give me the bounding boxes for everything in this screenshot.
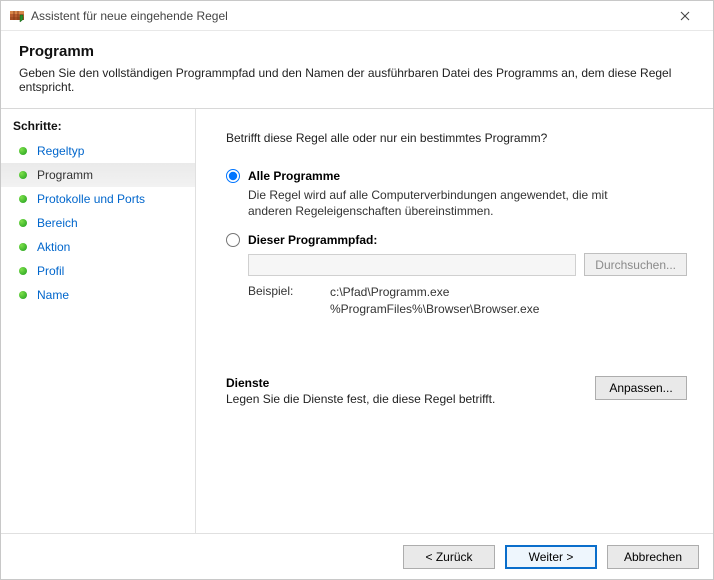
step-bullet-icon [19,291,27,299]
page-subtitle: Geben Sie den vollständigen Programmpfad… [19,66,695,94]
cancel-button[interactable]: Abbrechen [607,545,699,569]
step-label: Programm [37,168,93,182]
page-title: Programm [19,43,695,60]
radio-program-path[interactable] [226,233,240,247]
firewall-icon [9,8,25,24]
example-lines: c:\Pfad\Programm.exe %ProgramFiles%\Brow… [330,284,539,318]
customize-services-button[interactable]: Anpassen... [595,376,687,400]
wizard-window: Assistent für neue eingehende Regel Prog… [0,0,714,580]
step-label: Regeltyp [37,144,84,158]
step-label: Bereich [37,216,78,230]
steps-sidebar: Schritte: Regeltyp Programm Protokolle u… [1,109,196,533]
step-bullet-icon [19,267,27,275]
step-label: Protokolle und Ports [37,192,145,206]
step-regeltyp[interactable]: Regeltyp [1,139,195,163]
option-all-programs: Alle Programme Die Regel wird auf alle C… [226,169,687,219]
option-all-radio-row[interactable]: Alle Programme [226,169,687,183]
services-block: Dienste Legen Sie die Dienste fest, die … [226,376,687,406]
step-bullet-icon [19,195,27,203]
close-icon [680,11,690,21]
step-protokolle-und-ports[interactable]: Protokolle und Ports [1,187,195,211]
next-button[interactable]: Weiter > [505,545,597,569]
option-program-path: Dieser Programmpfad: Durchsuchen... Beis… [226,233,687,318]
services-title: Dienste [226,376,495,390]
wizard-footer: < Zurück Weiter > Abbrechen [1,533,713,579]
services-desc: Legen Sie die Dienste fest, die diese Re… [226,392,495,406]
step-programm[interactable]: Programm [1,163,195,187]
titlebar: Assistent für neue eingehende Regel [1,1,713,31]
program-path-row: Durchsuchen... [248,253,687,276]
radio-all-programs[interactable] [226,169,240,183]
option-all-label: Alle Programme [248,169,340,183]
step-bereich[interactable]: Bereich [1,211,195,235]
step-bullet-icon [19,147,27,155]
step-profil[interactable]: Profil [1,259,195,283]
step-label: Profil [37,264,64,278]
option-path-label: Dieser Programmpfad: [248,233,377,247]
option-path-radio-row[interactable]: Dieser Programmpfad: [226,233,687,247]
question-text: Betrifft diese Regel alle oder nur ein b… [226,131,687,145]
steps-title: Schritte: [1,115,195,139]
example-line-1: c:\Pfad\Programm.exe [330,284,539,301]
step-bullet-icon [19,243,27,251]
example-line-2: %ProgramFiles%\Browser\Browser.exe [330,301,539,318]
program-path-input[interactable] [248,254,576,276]
example-label: Beispiel: [248,284,330,318]
services-text: Dienste Legen Sie die Dienste fest, die … [226,376,495,406]
browse-button[interactable]: Durchsuchen... [584,253,687,276]
step-bullet-icon [19,219,27,227]
window-title: Assistent für neue eingehende Regel [31,9,665,23]
step-label: Name [37,288,69,302]
option-all-desc: Die Regel wird auf alle Computerverbindu… [248,187,648,219]
wizard-body: Schritte: Regeltyp Programm Protokolle u… [1,109,713,533]
step-label: Aktion [37,240,70,254]
wizard-header: Programm Geben Sie den vollständigen Pro… [1,31,713,104]
wizard-content: Betrifft diese Regel alle oder nur ein b… [196,109,713,533]
step-bullet-icon [19,171,27,179]
example-row: Beispiel: c:\Pfad\Programm.exe %ProgramF… [248,284,687,318]
back-button[interactable]: < Zurück [403,545,495,569]
step-aktion[interactable]: Aktion [1,235,195,259]
step-name[interactable]: Name [1,283,195,307]
close-button[interactable] [665,2,705,30]
